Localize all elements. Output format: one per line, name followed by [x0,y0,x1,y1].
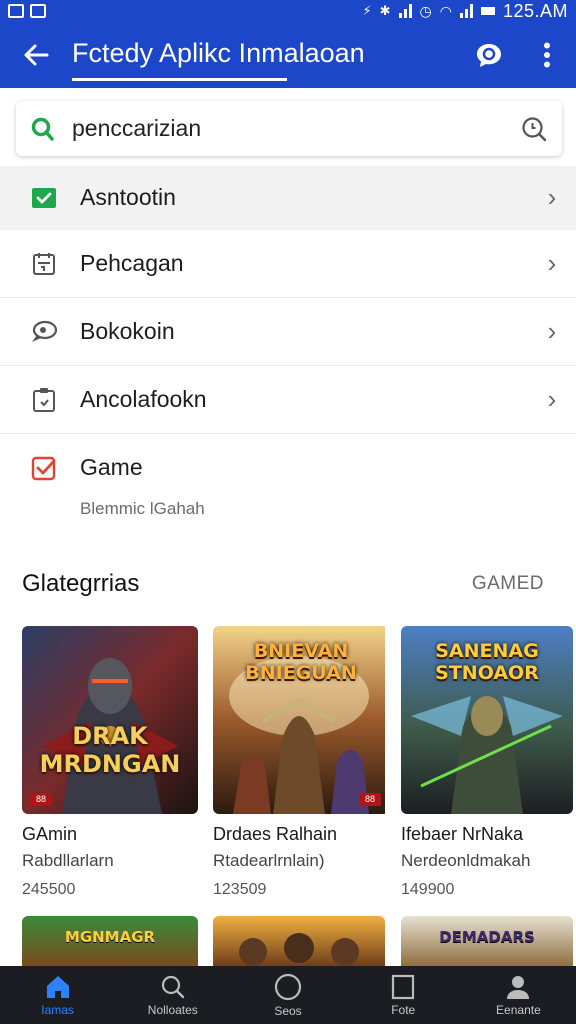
game-card-subtitle: Rabdllarlarn [22,851,114,870]
signal-icon [398,4,412,18]
game-card[interactable]: BNIEVAN BNIEGUAN 88 Drdaes Ralhain Rtade… [213,626,389,899]
game-card-image: BNIEVAN BNIEGUAN 88 [213,626,389,814]
cell-signal-icon [459,4,473,18]
menu-item-game[interactable]: Game Blemmic lGahah [0,434,576,546]
game-card-count: 123509 [213,881,267,898]
clipboard-icon [33,387,55,412]
chevron-right-icon: › [547,384,557,414]
bluetooth-icon: ✱ [379,3,391,18]
chevron-right-icon: › [547,316,557,346]
search-icon[interactable] [520,115,548,143]
nav-label: Iamas [41,1002,74,1017]
alarm-icon: ◷ [419,2,432,19]
menu-item-label: Game [80,454,143,480]
circle-icon [274,973,302,1000]
search-icon [161,975,184,998]
square-icon [392,974,415,999]
chat-button[interactable] [460,22,518,88]
status-time: 125.AM [502,0,568,21]
home-icon [46,975,69,998]
search-leading-icon [31,117,54,141]
game-card[interactable]: DRAK MRDNGAN 88 GAmin Rabdllarlarn 24550… [22,626,198,899]
game-card-art-title: DRAK MRDNGAN [39,722,181,778]
nav-label: Seos [274,1003,302,1018]
game-check-icon [31,456,56,480]
game-card[interactable]: SANENAG STNOAOR Ifebaer NrNaka Nerdeonld… [401,626,573,899]
game-card-peek[interactable]: DEMADARS [401,916,573,968]
game-card-art-title: MGNMAGR [64,928,156,946]
game-card-count: 149900 [401,881,455,898]
game-card-image: DRAK MRDNGAN 88 [22,626,198,814]
chat-bubble-icon [477,44,501,67]
search-box [16,101,562,156]
nav-label: Nolloates [147,1002,198,1017]
menu-item-label: Ancolafookn [80,386,207,412]
nav-item-search[interactable]: Nolloates [115,966,230,1024]
menu-item-pehcagan[interactable]: Pehcagan › [0,230,576,298]
menu-item-bokokoin[interactable]: Bokokoin › [0,298,576,366]
menu-list: Asntootin › Pehcagan › Bokokoin › Ancola… [0,166,576,546]
notification-icon [8,4,24,18]
game-card-art-title: SANENAG STNOAOR [435,640,539,684]
game-card-subtitle: Rtadearlrnlain) [213,851,325,870]
menu-item-label: Asntootin [80,184,176,210]
person-icon [507,975,530,999]
game-card-subtitle: Nerdeonldmakah [401,851,531,870]
app-bar: Fctedy Aplikc Inmalaoan [0,22,576,88]
mute-icon: ⚡ [362,3,372,18]
game-card-title: Drdaes Ralhain [213,824,338,844]
section-link[interactable]: GAMED [472,573,544,595]
search-input[interactable] [72,115,520,142]
game-card-art-title: DEMADARS [439,928,535,946]
game-card-image: SANENAG STNOAOR [401,626,573,814]
menu-item-ancolafookn[interactable]: Ancolafookn › [0,366,576,434]
menu-item-label: Bokokoin [80,318,175,344]
game-card-peek[interactable] [213,916,385,968]
nav-label: Eenante [496,1002,541,1017]
game-card-title: GAmin [22,824,78,844]
image-notification-icon [30,4,46,18]
more-vertical-icon [544,42,550,68]
nav-item-profile[interactable]: Eenante [461,966,576,1024]
chevron-right-icon: › [547,182,557,212]
nav-label: Fote [391,1002,416,1017]
game-card-art-title: BNIEVAN BNIEGUAN [245,640,357,684]
chat-bubble-icon [32,320,58,342]
nav-item-home[interactable]: Iamas [0,966,115,1024]
game-card-tag: 88 [30,793,52,806]
nav-item-seos[interactable]: Seos [230,966,345,1024]
back-button[interactable] [0,22,72,88]
page-title: Fctedy Aplikc Inmalaoan [72,38,365,81]
menu-item-subtitle: Blemmic lGahah [80,499,205,518]
calendar-check-icon [32,187,56,208]
calendar-icon [33,252,55,275]
nav-item-fote[interactable]: Fote [346,966,461,1024]
game-card-tag: 88 [359,793,381,806]
game-card-count: 245500 [22,881,76,898]
menu-item-label: Pehcagan [80,250,184,276]
section-title: Glategrrias [22,570,140,597]
status-bar: ⚡ ✱ ◷ ◠ 125.AM [0,0,576,22]
wifi-icon: ◠ [439,2,452,19]
game-card-title: Ifebaer NrNaka [401,824,524,844]
bottom-nav: Iamas Nolloates Seos Fote Eenante [0,966,576,1024]
menu-item-asntootin[interactable]: Asntootin › [0,166,576,230]
battery-icon [480,7,495,15]
arrow-left-icon [24,44,49,66]
more-options-button[interactable] [518,22,576,88]
chevron-right-icon: › [547,248,557,278]
game-card-peek[interactable]: MGNMAGR [22,916,198,968]
